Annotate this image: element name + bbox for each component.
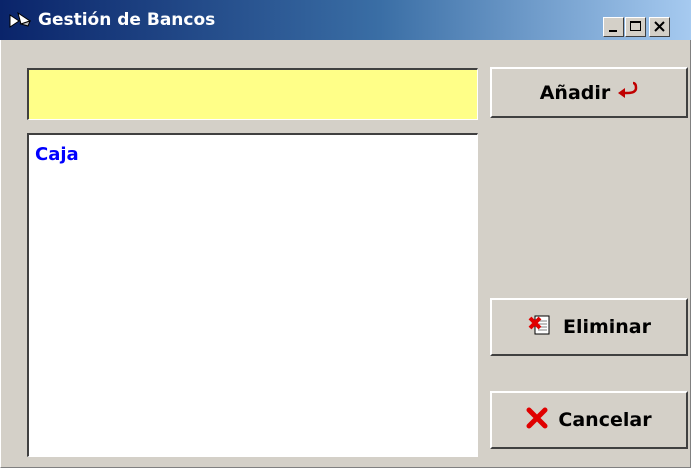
minimize-icon [609,30,617,32]
delete-button-label: Eliminar [562,316,652,338]
close-button[interactable] [649,17,670,37]
list-item[interactable]: Caja [35,143,79,167]
bank-name-input[interactable] [27,68,478,120]
window-title: Gestión de Bancos [38,10,216,30]
delete-button[interactable]: Eliminar [490,298,688,356]
close-icon [654,21,665,32]
minimize-button[interactable] [603,17,624,37]
pen-icon[interactable] [8,9,32,31]
maximize-button[interactable] [625,17,646,37]
cancel-button[interactable]: Cancelar [490,391,688,449]
cancel-button-label: Cancelar [558,409,652,431]
add-button-label: Añadir [539,81,611,104]
maximize-icon [630,21,641,31]
title-bar[interactable]: Gestión de Bancos [0,0,691,40]
return-arrow-icon [616,81,638,104]
bank-list[interactable]: Caja [27,133,478,457]
delete-document-icon [527,313,553,342]
add-button[interactable]: Añadir [490,67,688,118]
red-x-icon [526,407,548,434]
